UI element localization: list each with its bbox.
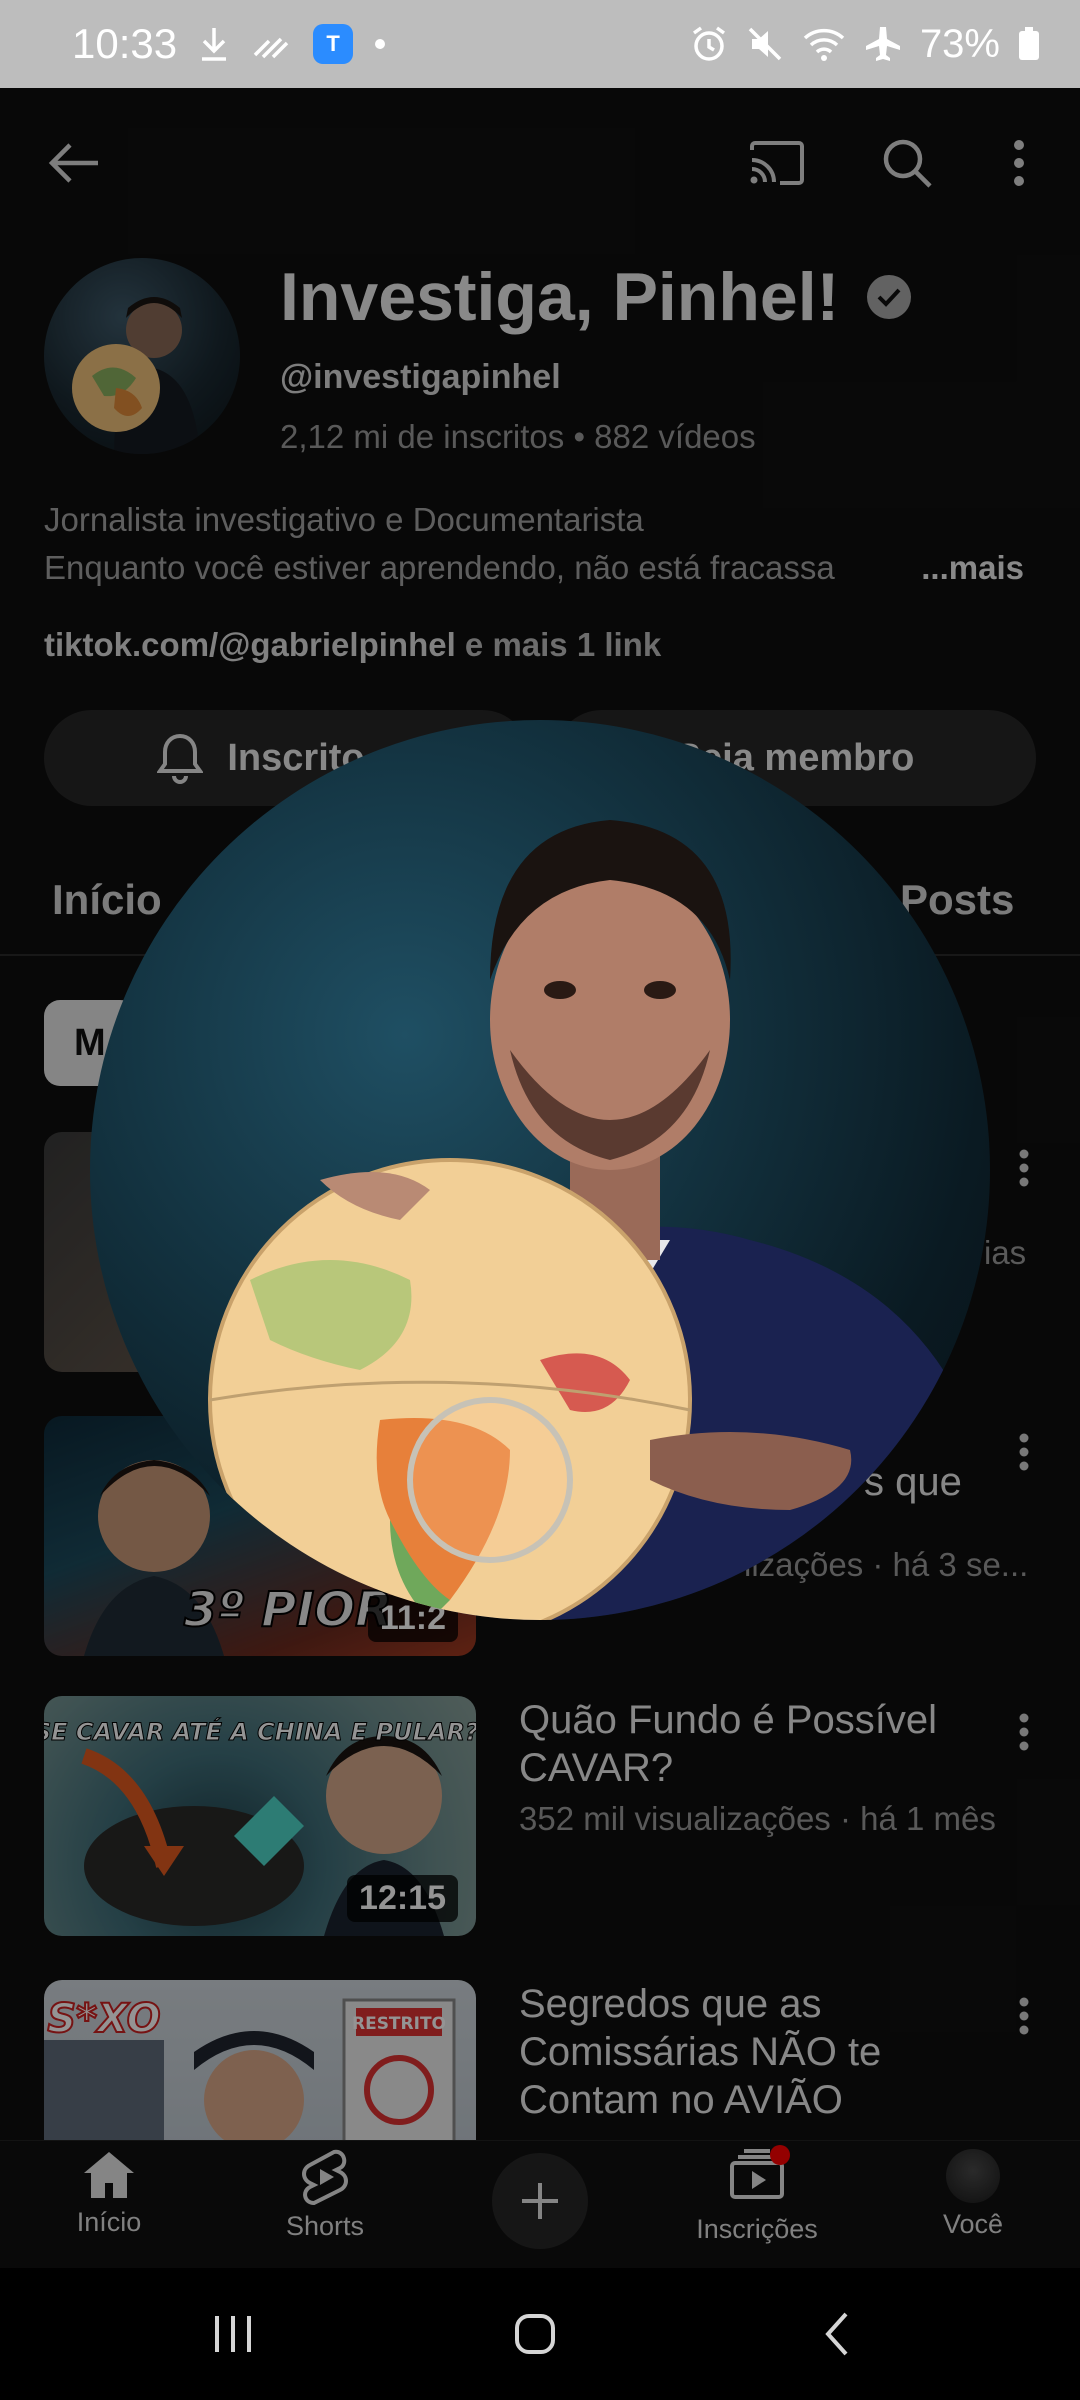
video-meta: 352 mil visualizações · há 1 mês: [519, 1800, 996, 1837]
shorts-icon: [302, 2149, 348, 2205]
channel-stats: 2,12 mi de inscritos • 882 vídeos: [280, 418, 756, 455]
description-line-2: Enquanto você estiver aprendendo, não es…: [44, 549, 835, 586]
video-title: Segredos que as Comissárias NÃO te Conta…: [519, 1982, 882, 2122]
channel-description[interactable]: Jornalista investigativo e Documentarist…: [44, 496, 1044, 592]
status-bar: 10:33 T 73%: [0, 0, 1080, 88]
thumbnail-caption: E SE CAVAR ATÉ A CHINA E PULAR?: [44, 1717, 476, 1746]
app-notification-icon: T: [313, 24, 354, 64]
more-description-link[interactable]: ...mais: [911, 544, 1024, 592]
nav-home-label: Início: [76, 2207, 142, 2237]
plus-icon: [522, 2183, 558, 2219]
video-more-button[interactable]: [1004, 1702, 1044, 1762]
channel-avatar[interactable]: [44, 258, 240, 454]
description-line-1: Jornalista investigativo e Documentarist…: [44, 501, 644, 538]
data-transfer-icon: [251, 29, 291, 59]
avatar-preview-popup[interactable]: [90, 720, 990, 1620]
mute-icon: [746, 25, 784, 63]
nav-shorts-label: Shorts: [285, 2211, 365, 2241]
channel-title: Investiga, Pinhel!: [280, 258, 912, 336]
avatar-preview-image: [208, 820, 990, 1620]
more-notifications-dot: [375, 39, 386, 49]
tiktok-link[interactable]: tiktok.com/@gabrielpinhel: [44, 626, 456, 663]
battery-percent: 73%: [919, 21, 1000, 66]
video-meta: lizações · há 3 se...: [744, 1546, 1029, 1583]
home-icon: [84, 2152, 134, 2198]
verified-badge-icon: [867, 275, 912, 319]
cast-icon: [750, 141, 804, 185]
more-vert-icon: [1019, 1713, 1029, 1751]
video-title: s que: [864, 1460, 962, 1504]
home-system-button[interactable]: [490, 2298, 580, 2370]
nav-you-label: Você: [942, 2209, 1004, 2239]
subscriptions-icon-wrap: [728, 2145, 790, 2208]
video-more-button[interactable]: [1004, 1138, 1044, 1198]
nav-home[interactable]: Início: [24, 2149, 194, 2238]
arrow-left-icon: [48, 143, 98, 183]
create-button[interactable]: [492, 2153, 588, 2249]
tab-posts[interactable]: Posts: [900, 876, 1014, 924]
back-button[interactable]: [28, 118, 118, 208]
filter-chip-label: M: [74, 1021, 106, 1064]
top-app-bar: [0, 88, 1080, 218]
more-links-label[interactable]: e mais 1 link: [456, 626, 661, 663]
cast-button[interactable]: [732, 118, 822, 208]
recents-button[interactable]: [188, 2298, 278, 2370]
video-duration: 12:15: [347, 1875, 458, 1922]
video-meta: ias: [984, 1234, 1027, 1271]
channel-name: Investiga, Pinhel!: [280, 259, 840, 335]
nav-subscriptions-label: Inscrições: [696, 2214, 818, 2244]
video-row[interactable]: E SE CAVAR ATÉ A CHINA E PULAR? 12:15 Qu…: [44, 1696, 1044, 1936]
more-vert-icon: [1019, 1149, 1029, 1187]
tab-home[interactable]: Início: [52, 876, 162, 924]
battery-icon: [1018, 27, 1040, 61]
video-more-button[interactable]: [1004, 1422, 1044, 1482]
thumbnail-caption: S*XO: [47, 1996, 160, 2042]
home-circle-icon: [515, 2314, 555, 2354]
back-chevron-icon: [825, 2312, 848, 2356]
video-more-button[interactable]: [1004, 1986, 1044, 2046]
bell-icon: [157, 733, 204, 784]
alarm-icon: [690, 25, 728, 63]
thumbnail-sign: RESTRITO: [352, 2014, 446, 2034]
more-vert-icon: [1014, 140, 1024, 186]
wifi-icon: [802, 26, 846, 62]
back-system-button[interactable]: [792, 2298, 882, 2370]
recents-icon: [215, 2316, 251, 2352]
airplane-mode-icon: [864, 25, 902, 63]
system-navigation-bar: [0, 2268, 1080, 2400]
nav-you[interactable]: Você: [888, 2149, 1058, 2240]
search-icon: [883, 139, 932, 188]
video-thumbnail[interactable]: E SE CAVAR ATÉ A CHINA E PULAR? 12:15: [44, 1696, 476, 1936]
search-button[interactable]: [862, 118, 952, 208]
more-vert-icon: [1019, 1433, 1029, 1471]
account-avatar: [946, 2149, 1000, 2203]
more-options-button[interactable]: [974, 118, 1064, 208]
avatar-image: [72, 297, 200, 454]
nav-shorts[interactable]: Shorts: [240, 2149, 410, 2242]
status-time: 10:33: [72, 20, 178, 67]
video-title: Quão Fundo é Possível CAVAR?: [519, 1698, 938, 1790]
channel-handle: @investigapinhel: [280, 358, 561, 396]
bottom-navigation: Início Shorts Inscrições Você: [0, 2140, 1080, 2268]
thumbnail-caption: 3º PIOR: [184, 1582, 392, 1638]
notification-dot: [770, 2145, 790, 2165]
download-icon: [199, 26, 229, 62]
channel-links[interactable]: tiktok.com/@gabrielpinhel e mais 1 link: [44, 626, 661, 664]
more-vert-icon: [1019, 1997, 1029, 2035]
nav-subscriptions[interactable]: Inscrições: [672, 2145, 842, 2245]
